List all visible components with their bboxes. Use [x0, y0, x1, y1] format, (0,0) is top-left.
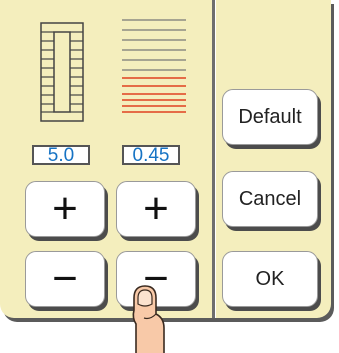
default-button-label: Default [238, 105, 302, 128]
cancel-button-label: Cancel [238, 187, 302, 210]
stitch-density-plus-button[interactable]: + [116, 181, 196, 237]
minus-icon: − [52, 254, 78, 303]
stitch-density-value: 0.45 [122, 145, 180, 165]
default-button[interactable]: Default [222, 89, 318, 145]
stitch-width-value: 5.0 [32, 145, 90, 165]
stitch-density-lines-icon [122, 19, 186, 113]
plus-icon: + [143, 184, 169, 233]
plus-icon: + [52, 184, 78, 233]
stitch-width-minus-button[interactable]: − [25, 251, 105, 307]
panel-divider [212, 0, 215, 318]
satin-stitch-width-icon [40, 22, 84, 122]
finger-pointer-icon [132, 285, 165, 353]
cancel-button[interactable]: Cancel [222, 171, 318, 227]
ok-button-label: OK [255, 267, 285, 290]
stitch-width-plus-button[interactable]: + [25, 181, 105, 237]
settings-panel: 5.0 0.45 + + − − Default Cancel OK [0, 0, 331, 318]
ok-button[interactable]: OK [222, 251, 318, 307]
